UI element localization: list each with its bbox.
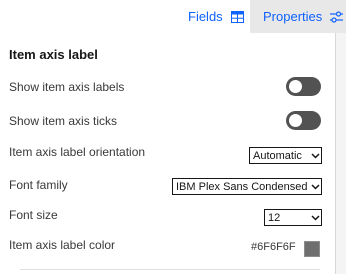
show-item-axis-labels-label: Show item axis labels bbox=[9, 80, 125, 94]
font-family-select[interactable]: IBM Plex Sans Condensed bbox=[172, 178, 322, 195]
tab-bar: Fields Properties bbox=[0, 0, 346, 33]
section-divider bbox=[20, 269, 320, 270]
label-orientation-select[interactable]: Automatic bbox=[249, 147, 322, 164]
toggle-knob bbox=[289, 80, 302, 93]
font-size-label: Font size bbox=[9, 208, 58, 222]
font-family-value: IBM Plex Sans Condensed bbox=[176, 180, 308, 193]
show-item-axis-labels-toggle[interactable] bbox=[286, 77, 321, 96]
label-orientation-value: Automatic bbox=[253, 149, 302, 162]
section-title: Item axis label bbox=[9, 47, 98, 62]
tab-properties-label: Properties bbox=[263, 9, 323, 24]
tab-properties[interactable]: Properties bbox=[250, 0, 346, 33]
font-size-select[interactable]: 12 bbox=[264, 209, 322, 226]
chevron-down-icon bbox=[309, 179, 321, 194]
label-color-label: Item axis label color bbox=[9, 238, 116, 252]
label-color-value: #6F6F6F bbox=[251, 241, 296, 253]
show-item-axis-ticks-toggle[interactable] bbox=[286, 111, 321, 130]
chevron-down-icon bbox=[309, 210, 321, 225]
show-item-axis-ticks-label: Show item axis ticks bbox=[9, 114, 118, 128]
table-icon bbox=[230, 10, 244, 23]
toggle-knob bbox=[289, 114, 302, 127]
font-family-label: Font family bbox=[9, 178, 68, 192]
font-size-value: 12 bbox=[268, 211, 281, 224]
properties-panel-root: Fields Properties Item axis label Show i… bbox=[0, 0, 346, 274]
label-color-swatch[interactable] bbox=[304, 241, 320, 257]
tab-fields-label: Fields bbox=[188, 9, 223, 24]
chevron-down-icon bbox=[309, 148, 321, 163]
tab-fields[interactable]: Fields bbox=[175, 0, 249, 33]
label-orientation-label: Item axis label orientation bbox=[9, 145, 146, 159]
properties-panel: Item axis label Show item axis labels Sh… bbox=[0, 33, 336, 274]
sliders-icon bbox=[330, 10, 344, 23]
